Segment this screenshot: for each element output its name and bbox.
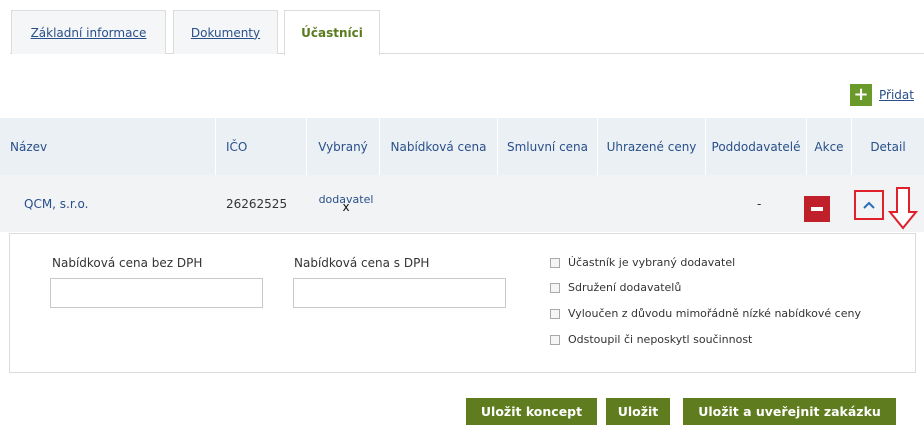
checkbox-box[interactable] [550,308,560,319]
price-with-vat-input[interactable] [293,278,506,308]
table-header: Název IČO Vybraný Nabídková cena Smluvní… [0,118,924,175]
participant-ico: 26262525 [226,196,288,211]
header-ico: IČO [216,118,307,175]
price-with-vat-label: Nabídková cena s DPH [294,256,430,270]
checkbox-odstoupil[interactable]: Odstoupil či neposkytl součinnost [550,333,752,346]
collapse-detail-button[interactable] [854,190,884,220]
checkbox-box[interactable] [550,257,560,268]
checkbox-box[interactable] [550,334,560,345]
header-smluvni-cena: Smluvní cena [498,118,598,175]
header-vybrany: Vybraný [307,118,380,175]
participant-detail-panel: Nabídková cena bez DPH Nabídková cena s … [9,233,916,373]
header-detail: Detail [870,139,906,154]
save-publish-button[interactable]: Uložit a uveřejnit zakázku [683,398,896,425]
tab-dokumenty[interactable]: Dokumenty [173,10,278,54]
chevron-up-icon [863,201,875,209]
tab-ucastnici[interactable]: Účastníci [284,10,380,55]
minus-icon [811,207,823,211]
save-draft-button[interactable]: Uložit koncept [466,398,597,425]
header-poddodavatele: Poddodavatelé [706,118,807,175]
checkbox-sdruzeni-dodavatelu[interactable]: Sdružení dodavatelů [550,281,681,294]
checkbox-label: Odstoupil či neposkytl součinnost [568,333,753,346]
participant-name[interactable]: QCM, s.r.o. [24,197,88,211]
vybrany-mark: x [342,200,350,214]
add-label: Přidat [879,88,914,102]
arrow-down-icon [888,187,918,230]
checkbox-label: Sdružení dodavatelů [568,281,682,294]
checkbox-vybrany-dodavatel[interactable]: Účastník je vybraný dodavatel [550,256,735,269]
tab-zakladni-informace[interactable]: Základní informace [11,10,166,54]
save-button[interactable]: Uložit [606,398,670,425]
price-without-vat-input[interactable] [50,278,263,308]
checkbox-vyloucen[interactable]: Vyloučen z důvodu mimořádně nízké nabídk… [550,307,861,320]
plus-icon: + [850,84,872,106]
header-nabidkova-cena: Nabídková cena [380,118,498,175]
table-row: QCM, s.r.o. 26262525 dodavatel x - [0,175,924,232]
remove-participant-button[interactable] [804,196,830,222]
header-nazev: Název [0,118,216,175]
tab-bar: Základní informace Dokumenty Účastníci [10,10,924,55]
header-uhrazene-ceny: Uhrazené ceny [598,118,706,175]
header-akce: Akce [807,118,852,175]
poddodavatele-value: - [757,196,762,211]
checkbox-box[interactable] [550,282,560,293]
checkbox-label: Účastník je vybraný dodavatel [568,256,736,269]
add-participant-button[interactable]: + Přidat [850,84,914,106]
checkbox-label: Vyloučen z důvodu mimořádně nízké nabídk… [568,307,861,320]
price-without-vat-label: Nabídková cena bez DPH [52,256,203,270]
